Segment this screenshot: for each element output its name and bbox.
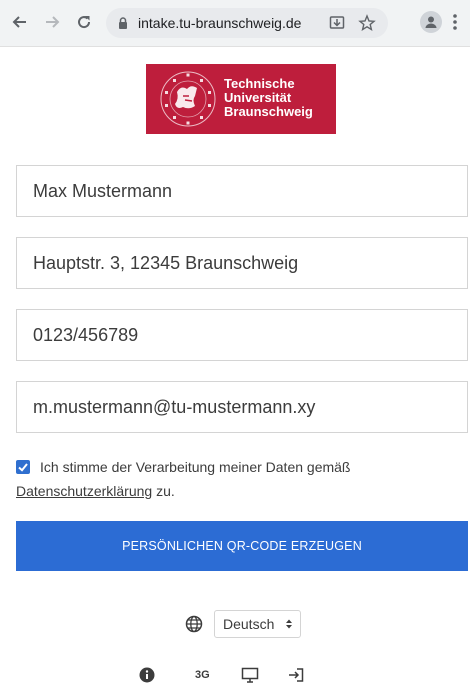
consent-text-end: zu. — [152, 483, 175, 499]
address-input[interactable] — [16, 237, 468, 289]
arrow-right-icon — [46, 16, 60, 28]
tu-braunschweig-logo: Technische Universität Braunschweig — [146, 64, 336, 134]
display-icon[interactable] — [241, 667, 259, 683]
3g-label[interactable]: 3G — [195, 669, 210, 681]
email-input[interactable] — [16, 381, 468, 433]
download-icon[interactable] — [328, 14, 346, 32]
logo-line-3: Braunschweig — [224, 104, 313, 119]
profile-icon — [425, 16, 437, 28]
globe-icon — [185, 615, 203, 633]
university-seal-icon — [160, 71, 216, 127]
info-icon[interactable] — [139, 667, 155, 683]
phone-input[interactable] — [16, 309, 468, 361]
forward-button[interactable] — [40, 10, 64, 34]
more-vert-icon[interactable] — [452, 12, 458, 32]
language-select[interactable]: Deutsch — [214, 610, 301, 638]
login-icon[interactable] — [287, 667, 305, 683]
arrow-left-icon — [12, 16, 26, 28]
reload-button[interactable] — [72, 10, 96, 34]
logo-line-1: Technische — [224, 76, 295, 91]
language-selected: Deutsch — [223, 616, 275, 632]
consent-row: Ich stimme der Verarbeitung meiner Daten… — [16, 455, 456, 503]
logo-line-2: Universität — [224, 90, 292, 105]
star-icon[interactable] — [358, 14, 376, 32]
profile-button[interactable] — [420, 11, 442, 33]
back-button[interactable] — [8, 10, 32, 34]
address-bar[interactable]: intake.tu-braunschweig.de — [106, 8, 388, 38]
consent-text: Ich stimme der Verarbeitung meiner Daten… — [40, 459, 351, 475]
browser-toolbar: intake.tu-braunschweig.de — [0, 0, 470, 47]
privacy-policy-link[interactable]: Datenschutzerklärung — [16, 483, 152, 499]
reload-icon — [78, 16, 91, 29]
name-input[interactable] — [16, 165, 468, 217]
url-text: intake.tu-braunschweig.de — [138, 15, 302, 31]
lock-icon — [119, 17, 127, 29]
select-arrows-icon — [286, 619, 292, 629]
consent-checkbox[interactable] — [16, 460, 30, 474]
generate-qr-code-button[interactable]: PERSÖNLICHEN QR-CODE ERZEUGEN — [16, 521, 468, 571]
checkmark-icon — [18, 463, 28, 472]
